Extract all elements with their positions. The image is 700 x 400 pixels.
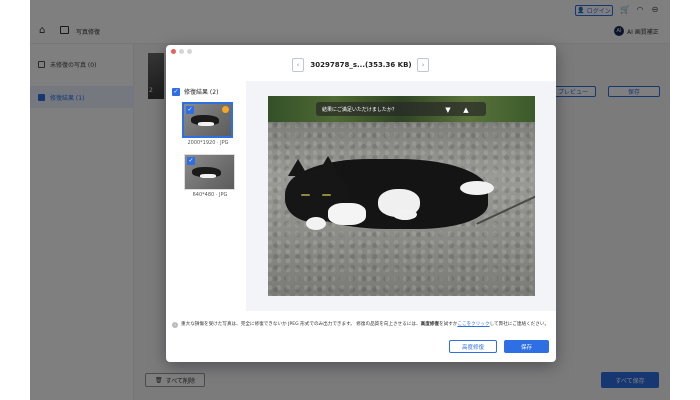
thumbnail-item-1[interactable]: ✓ bbox=[182, 102, 233, 138]
minimize-window-icon[interactable] bbox=[179, 49, 184, 54]
cat-paw bbox=[393, 209, 417, 220]
thumbnail-cat-marking bbox=[199, 173, 217, 179]
contact-link[interactable]: ここをクリック bbox=[457, 322, 489, 327]
select-all-checkbox[interactable]: ✓ bbox=[172, 87, 180, 96]
feedback-text: 結果にご満足いただけましたか？ bbox=[322, 106, 397, 113]
note-after: して弊社にご連絡ください。 bbox=[489, 322, 550, 327]
thumbnail-checkbox[interactable]: ✓ bbox=[187, 157, 195, 165]
repair-note: i 重大な損傷を受けた写真は、完全に修復できないか JPEG 形式でのみ出力でき… bbox=[172, 321, 550, 328]
preview-area: 結果にご満足いただけましたか？ ▼ ▲ bbox=[246, 81, 556, 311]
zoom-window-icon[interactable] bbox=[187, 49, 192, 54]
thumbnail-label: 2000*1920 · JPG bbox=[187, 140, 229, 146]
thumbnail-checkbox[interactable]: ✓ bbox=[186, 106, 194, 114]
thumbnail-item-2[interactable]: ✓ bbox=[184, 154, 235, 190]
thumbs-up-icon[interactable]: ▲ bbox=[462, 106, 470, 114]
info-icon: i bbox=[172, 322, 178, 328]
results-panel: ✓ 修復結果 (2) ✓ 2000*1920 · JPG ✓ 640*480 ·… bbox=[166, 81, 246, 311]
cat-eye bbox=[301, 194, 310, 196]
note-text: 重大な損傷を受けた写真は、完全に修復できないか JPEG 形式でのみ出力できます… bbox=[181, 322, 421, 327]
advanced-repair-button[interactable]: 高度修復 bbox=[449, 340, 497, 353]
thumbnail-cat-marking bbox=[198, 121, 215, 127]
close-window-icon[interactable] bbox=[171, 49, 176, 54]
feedback-bar: 結果にご満足いただけましたか？ ▼ ▲ bbox=[316, 102, 486, 116]
cat-muzzle bbox=[328, 203, 366, 225]
next-file-button[interactable]: › bbox=[417, 58, 429, 72]
cat-paw bbox=[460, 181, 494, 195]
results-header-label: 修復結果 (2) bbox=[184, 89, 219, 96]
thumbs-down-icon[interactable]: ▼ bbox=[444, 106, 452, 114]
file-title: 30297878_s...(353.36 KB) bbox=[310, 61, 412, 69]
thumbnail-label: 640*480 · JPG bbox=[192, 192, 228, 198]
repaired-photo: 結果にご満足いただけましたか？ ▼ ▲ bbox=[268, 96, 535, 296]
cat-paw bbox=[306, 217, 326, 230]
note-mid: を試すか bbox=[439, 322, 458, 327]
results-header[interactable]: ✓ 修復結果 (2) bbox=[172, 87, 218, 96]
save-button[interactable]: 保存 bbox=[504, 340, 549, 353]
crown-icon bbox=[222, 106, 229, 113]
chevron-right-icon: › bbox=[421, 61, 425, 69]
note-bold: 高度修復 bbox=[420, 322, 439, 327]
repair-result-dialog: ‹ 30297878_s...(353.36 KB) › ✓ 修復結果 (2) … bbox=[166, 45, 556, 362]
cat-eye bbox=[322, 194, 331, 196]
